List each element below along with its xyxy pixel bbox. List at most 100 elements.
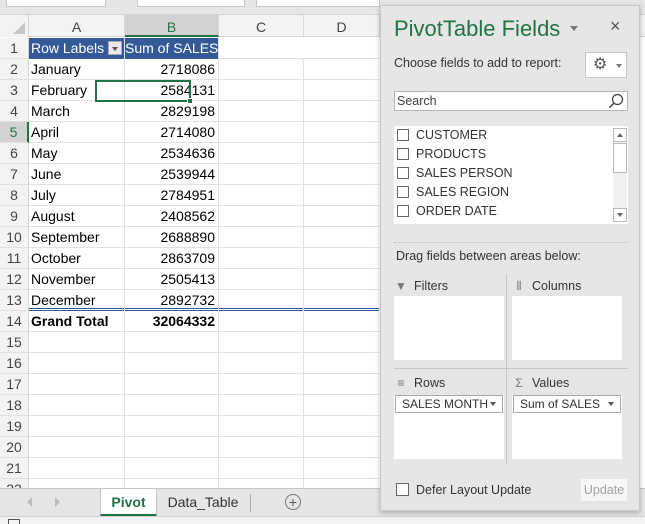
empty-cell[interactable] (125, 458, 219, 479)
row-header[interactable]: 10 (0, 227, 29, 248)
empty-cell[interactable] (219, 437, 304, 458)
field-item[interactable]: SALES REGION (394, 183, 628, 202)
row-header[interactable]: 2 (0, 59, 29, 80)
month-cell[interactable]: August (29, 206, 125, 227)
values-drop-zone[interactable]: Sum of SALES (512, 395, 622, 459)
month-cell[interactable]: November (29, 269, 125, 290)
search-input[interactable] (395, 92, 595, 110)
sales-cell[interactable]: 2863709 (125, 248, 219, 269)
month-cell[interactable]: October (29, 248, 125, 269)
grand-total-label[interactable]: Grand Total (29, 311, 125, 332)
empty-cell[interactable] (125, 353, 219, 374)
row-header[interactable]: 18 (0, 395, 29, 416)
empty-cell[interactable] (219, 143, 304, 164)
row-labels-header[interactable]: Row Labels (29, 38, 125, 59)
row-header[interactable]: 1 (0, 38, 29, 59)
row-header[interactable]: 9 (0, 206, 29, 227)
field-checkbox[interactable] (397, 167, 409, 179)
month-cell[interactable]: June (29, 164, 125, 185)
row-header[interactable]: 17 (0, 374, 29, 395)
rows-drop-zone[interactable]: SALES MONTH (394, 395, 504, 459)
sales-cell[interactable]: 2534636 (125, 143, 219, 164)
columns-drop-zone[interactable] (512, 296, 622, 360)
empty-cell[interactable] (219, 59, 304, 80)
field-list-scrollbar[interactable] (613, 128, 627, 222)
empty-cell[interactable] (219, 101, 304, 122)
row-header[interactable]: 6 (0, 143, 29, 164)
empty-cell[interactable] (125, 416, 219, 437)
empty-cell[interactable] (219, 353, 304, 374)
scroll-tabs-left-icon[interactable] (27, 497, 32, 507)
sales-cell[interactable]: 2784951 (125, 185, 219, 206)
name-box[interactable] (6, 0, 106, 7)
month-cell[interactable]: January (29, 59, 125, 80)
filters-drop-zone[interactable] (394, 296, 504, 360)
field-checkbox[interactable] (397, 129, 409, 141)
empty-cell[interactable] (219, 311, 304, 332)
sum-of-sales-header[interactable]: Sum of SALES (125, 38, 219, 59)
close-icon[interactable]: × (610, 16, 621, 37)
month-cell[interactable]: February (29, 80, 125, 101)
sales-cell[interactable]: 2714080 (125, 122, 219, 143)
tools-button[interactable]: ⚙ (585, 52, 627, 78)
scroll-up-icon[interactable] (613, 128, 627, 142)
row-header[interactable]: 11 (0, 248, 29, 269)
empty-cell[interactable] (219, 122, 304, 143)
tab-data-table[interactable]: Data_Table (158, 489, 248, 516)
row-header[interactable]: 4 (0, 101, 29, 122)
scroll-tabs-right-icon[interactable] (55, 497, 60, 507)
tab-pivot[interactable]: Pivot (100, 489, 157, 516)
empty-cell[interactable] (219, 416, 304, 437)
sales-cell[interactable]: 2892732 (125, 290, 219, 311)
empty-cell[interactable] (219, 290, 304, 311)
scroll-thumb[interactable] (613, 143, 627, 173)
empty-cell[interactable] (29, 332, 125, 353)
month-cell[interactable]: May (29, 143, 125, 164)
field-item[interactable]: SALES PERSON (394, 164, 628, 183)
row-header[interactable]: 19 (0, 416, 29, 437)
month-cell[interactable]: December (29, 290, 125, 311)
empty-cell[interactable] (29, 416, 125, 437)
month-cell[interactable]: September (29, 227, 125, 248)
empty-cell[interactable] (219, 227, 304, 248)
empty-cell[interactable] (125, 332, 219, 353)
row-header[interactable]: 8 (0, 185, 29, 206)
defer-checkbox[interactable] (396, 483, 409, 496)
empty-cell[interactable] (29, 458, 125, 479)
field-checkbox[interactable] (397, 205, 409, 217)
field-checkbox[interactable] (397, 148, 409, 160)
empty-cell[interactable] (125, 437, 219, 458)
sales-cell[interactable]: 2829198 (125, 101, 219, 122)
formula-input[interactable] (256, 0, 380, 7)
column-header-a[interactable]: A (29, 15, 125, 37)
month-cell[interactable]: March (29, 101, 125, 122)
month-cell[interactable]: April (29, 122, 125, 143)
empty-cell[interactable] (219, 185, 304, 206)
sales-cell[interactable]: 2718086 (125, 59, 219, 80)
empty-cell[interactable] (219, 164, 304, 185)
update-button[interactable]: Update (581, 479, 627, 501)
empty-cell[interactable] (29, 374, 125, 395)
sales-cell[interactable]: 2539944 (125, 164, 219, 185)
field-item[interactable]: ORDER DATE (394, 202, 628, 221)
empty-cell[interactable] (29, 437, 125, 458)
row-header[interactable]: 12 (0, 269, 29, 290)
row-header[interactable]: 3 (0, 80, 29, 101)
empty-cell[interactable] (29, 395, 125, 416)
empty-cell[interactable] (219, 374, 304, 395)
row-header[interactable]: 14 (0, 311, 29, 332)
empty-cell[interactable] (219, 248, 304, 269)
row-header[interactable]: 7 (0, 164, 29, 185)
column-header-c[interactable]: C (219, 15, 304, 37)
empty-cell[interactable] (125, 374, 219, 395)
empty-cell[interactable] (219, 332, 304, 353)
empty-cell[interactable] (125, 395, 219, 416)
empty-cell[interactable] (219, 458, 304, 479)
sum-of-sales-chip[interactable]: Sum of SALES (513, 395, 621, 413)
sales-cell[interactable]: 2584131 (125, 80, 219, 101)
row-header[interactable]: 13 (0, 290, 29, 311)
search-icon[interactable] (608, 93, 624, 109)
select-all-button[interactable] (0, 15, 29, 37)
empty-cell[interactable] (219, 80, 304, 101)
row-header[interactable]: 20 (0, 437, 29, 458)
